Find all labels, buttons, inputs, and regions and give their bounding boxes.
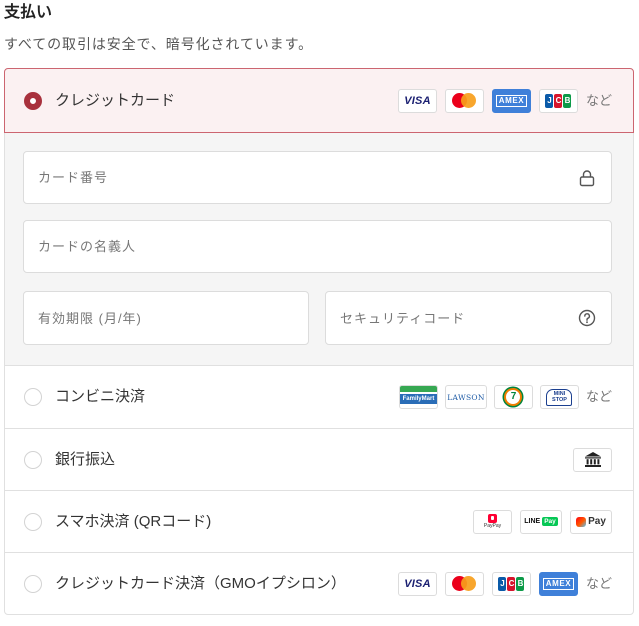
visa-logo: VISA [397,88,437,113]
paypay-logo-text: PayPay [483,523,502,529]
jcb-letters: J C B [545,93,572,108]
card-number-input[interactable] [24,152,611,203]
jcb-letter-j: J [498,576,507,591]
paypay-icon [488,514,497,523]
radio-gmo-epsilon[interactable] [24,574,42,593]
card-brand-logos: VISA AMEX J C B など [397,88,612,113]
security-code-input[interactable] [326,292,611,344]
jcb-letter-b: B [563,93,572,108]
more-stores-text: など [585,389,612,404]
seven-eleven-logo: 7 [493,385,533,409]
store-logos: FamilyMart LAWSON 7 MINI STOP など [398,385,612,409]
amex-logo: AMEX [491,88,531,113]
jcb-letter-c: C [554,93,563,108]
visa-logo-text: VISA [404,94,431,107]
jcb-letters: J C B [498,576,525,591]
more-brands-text: など [585,575,612,591]
merpay-logo: Pay [570,509,612,534]
amex-logo-text: AMEX [495,94,528,107]
mastercard-logo [444,571,484,596]
amex-logo: AMEX [538,571,578,596]
jcb-letter-j: J [545,93,554,108]
visa-logo: VISA [397,571,437,596]
page-subtitle: すべての取引は安全で、暗号化されています。 [4,36,313,52]
radio-convenience-store[interactable] [24,388,42,406]
payment-option-smartphone-qr[interactable]: スマホ決済 (QRコード) PayPay LINE Pay Pay [4,490,634,552]
mastercard-circles [452,576,477,591]
expiry-input[interactable] [24,292,308,344]
line-pay-logo-pay: Pay [542,517,558,526]
visa-logo-text: VISA [404,577,431,590]
payment-option-label: スマホ決済 (QRコード) [55,512,212,530]
security-code-field [325,291,612,345]
payment-option-gmo-epsilon[interactable]: クレジットカード決済（GMOイプシロン） VISA J C B AMEX など [4,552,634,615]
merpay-logo-text: Pay [588,516,606,527]
familymart-logo-text: FamilyMart [399,394,437,404]
page-title: 支払い [4,4,53,21]
payment-option-label: クレジットカード [55,91,176,109]
ministop-logo: MINI STOP [539,385,579,409]
qr-payment-logos: PayPay LINE Pay Pay [473,509,612,534]
line-pay-logo: LINE Pay [520,509,562,534]
radio-credit-card[interactable] [24,91,42,110]
more-brands-text: など [585,92,612,108]
payment-option-label: クレジットカード決済（GMOイプシロン） [55,574,346,592]
jcb-letter-c: C [507,576,516,591]
payment-option-convenience-store[interactable]: コンビニ決済 FamilyMart LAWSON 7 MINI STOP など [4,365,634,428]
mastercard-yellow-circle [461,576,477,591]
ministop-badge: MINI STOP [546,388,573,406]
lock-icon [578,169,596,187]
radio-bank-transfer[interactable] [24,450,42,469]
paypay-logo: PayPay [473,509,512,534]
payment-option-label: 銀行振込 [55,450,116,468]
help-circle-icon[interactable] [578,309,596,327]
bank-icon [573,447,612,472]
card-brand-logos: VISA J C B AMEX など [397,571,612,596]
cardholder-name-input[interactable] [24,221,611,272]
jcb-logo: J C B [491,571,531,596]
bank-logos [573,447,612,472]
mastercard-circles [452,93,477,108]
amex-logo-text: AMEX [542,577,575,590]
lawson-logo-text: LAWSON [447,392,485,402]
lawson-logo: LAWSON [444,385,487,409]
payment-option-bank-transfer[interactable]: 銀行振込 [4,428,634,490]
expiry-field [23,291,309,345]
payment-option-label: コンビニ決済 [55,388,146,405]
payment-option-credit-card[interactable]: クレジットカード VISA AMEX J C B など [4,68,634,133]
mastercard-yellow-circle [461,93,477,108]
jcb-logo: J C B [538,88,578,113]
line-pay-logo-line: LINE [524,518,541,525]
mastercard-logo [444,88,484,113]
seven-eleven-logo-text: 7 [504,388,523,406]
card-number-field [23,151,612,204]
card-form-panel [4,133,634,365]
payment-page: 支払い すべての取引は安全で、暗号化されています。 クレジットカード VISA … [0,0,639,626]
cardholder-name-field [23,220,612,273]
familymart-logo: FamilyMart [398,385,438,409]
merpay-icon [576,516,587,527]
jcb-letter-b: B [516,576,525,591]
ministop-line-2: STOP [552,397,567,403]
radio-smartphone-qr[interactable] [24,512,42,531]
